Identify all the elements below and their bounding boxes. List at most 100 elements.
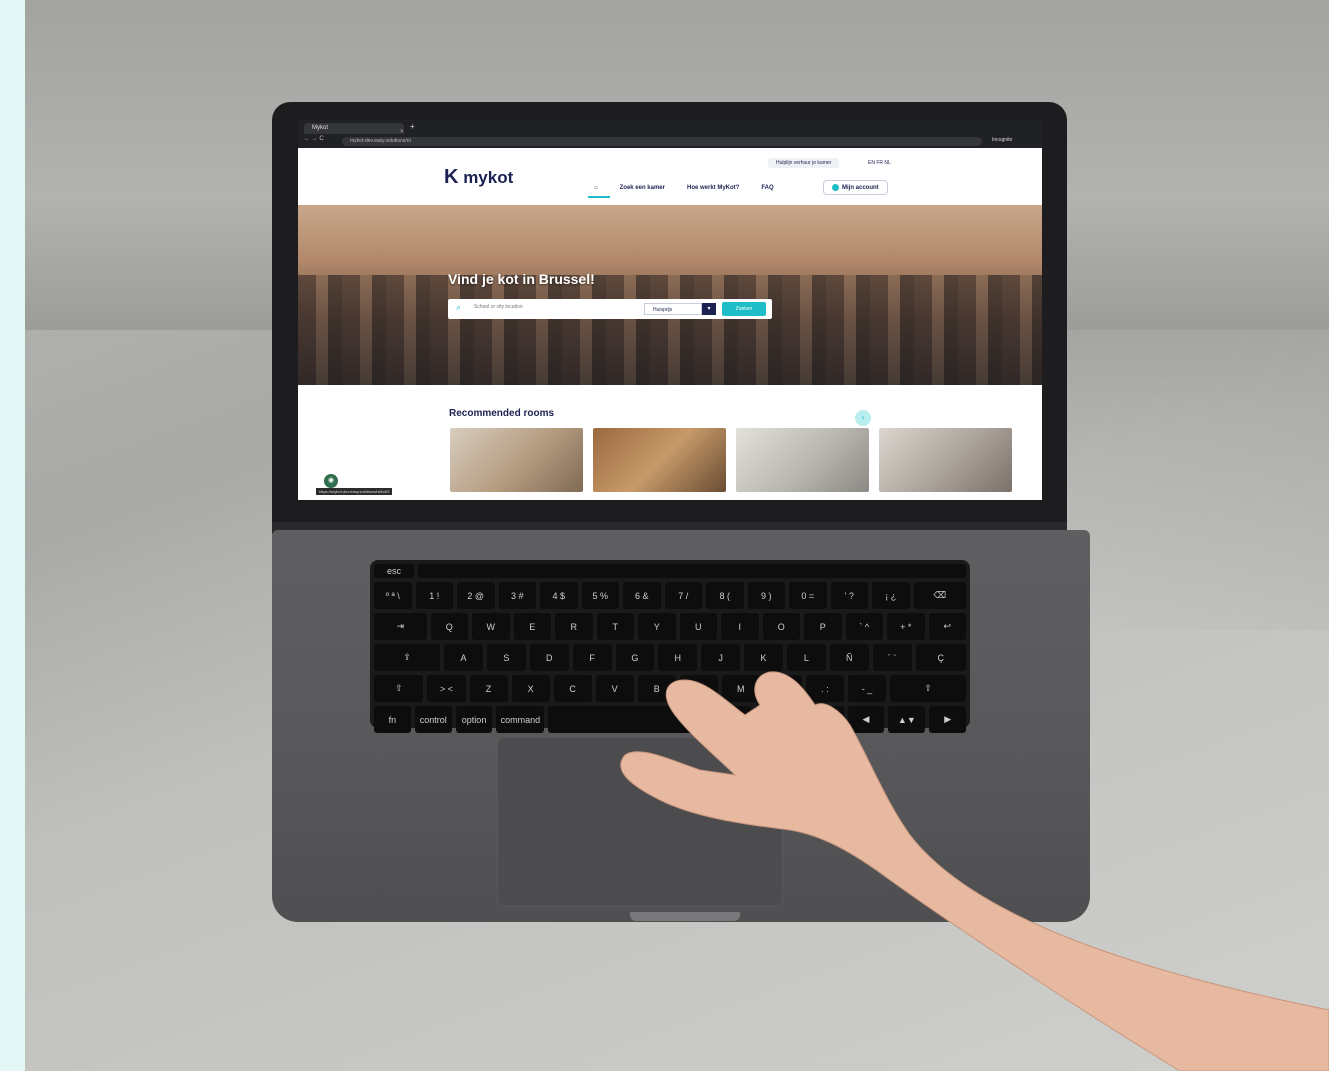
key-esc[interactable]: esc — [374, 564, 414, 578]
keyboard-row-5: fn control option command command option… — [374, 706, 967, 733]
key[interactable]: 7 / — [664, 582, 702, 609]
browser-tab[interactable]: Mykot × — [304, 123, 404, 135]
key[interactable]: º ª \ — [374, 582, 412, 609]
site-header: K mykot Hulplijn verhuur je kamer EN FR … — [298, 148, 1042, 205]
key-return[interactable]: ↩ — [928, 613, 966, 640]
room-card[interactable] — [736, 428, 869, 492]
chevron-down-icon[interactable]: ▾ — [702, 303, 716, 315]
key[interactable]: Ç — [915, 644, 967, 671]
key[interactable]: Y — [638, 613, 676, 640]
key-arrow-right[interactable]: ▶ — [929, 706, 967, 733]
key-backspace[interactable]: ⌫ — [913, 582, 966, 609]
key[interactable]: 2 @ — [457, 582, 495, 609]
hero-crowd-photo — [298, 275, 1042, 385]
key[interactable]: ´ ¨ — [872, 644, 912, 671]
key[interactable]: 5 % — [581, 582, 619, 609]
key[interactable]: P — [804, 613, 842, 640]
key[interactable]: 0 = — [789, 582, 827, 609]
key[interactable]: T — [596, 613, 634, 640]
key[interactable]: , ; — [763, 675, 802, 702]
key[interactable]: - _ — [847, 675, 886, 702]
key[interactable]: + * — [887, 613, 925, 640]
key-command[interactable]: command — [496, 706, 545, 733]
key-control[interactable]: control — [414, 706, 452, 733]
key[interactable]: F — [572, 644, 612, 671]
key[interactable]: > < — [427, 675, 466, 702]
hero-title: Vind je kot in Brussel! — [448, 271, 595, 287]
key[interactable]: I — [721, 613, 759, 640]
trackpad[interactable] — [497, 737, 783, 907]
main-nav: ⌂ Zoek een kamer Hoe werkt MyKot? FAQ — [588, 185, 774, 198]
key-tab[interactable]: ⇥ — [374, 613, 427, 640]
key[interactable]: 4 $ — [540, 582, 578, 609]
language-switcher[interactable]: EN FR NL — [868, 160, 891, 166]
key-arrow-left[interactable]: ◀ — [847, 706, 885, 733]
key-option-right[interactable]: option — [806, 706, 844, 733]
site-logo[interactable]: K mykot — [444, 166, 513, 189]
key[interactable]: Z — [469, 675, 508, 702]
home-icon[interactable]: ⌂ — [588, 185, 609, 198]
key[interactable]: U — [679, 613, 717, 640]
key[interactable]: W — [472, 613, 510, 640]
key[interactable]: 8 ( — [706, 582, 744, 609]
room-card[interactable] — [879, 428, 1012, 492]
profile-badge[interactable]: Incognito — [992, 137, 1012, 143]
key[interactable]: X — [511, 675, 550, 702]
key[interactable]: M — [721, 675, 760, 702]
key[interactable]: J — [701, 644, 741, 671]
chevron-right-icon[interactable]: › — [855, 410, 871, 426]
nav-search-room[interactable]: Zoek een kamer — [620, 185, 665, 191]
key[interactable]: K — [744, 644, 783, 671]
logo-text: mykot — [463, 168, 514, 187]
key[interactable]: 9 ) — [747, 582, 785, 609]
key-command-right[interactable]: command — [754, 706, 803, 733]
room-card[interactable] — [593, 428, 726, 492]
key[interactable]: L — [786, 644, 826, 671]
key[interactable]: D — [529, 644, 569, 671]
key[interactable]: H — [658, 644, 698, 671]
key[interactable]: V — [595, 675, 634, 702]
key[interactable]: 3 # — [498, 582, 536, 609]
type-select[interactable]: Huisprijs — [644, 303, 702, 315]
key-shift-left[interactable]: ⇧ — [374, 675, 424, 702]
key-arrow-up-down[interactable]: ▲▼ — [888, 706, 926, 733]
key[interactable]: N — [679, 675, 718, 702]
key[interactable]: O — [762, 613, 800, 640]
key-shift-right[interactable]: ⇧ — [889, 675, 967, 702]
key-option[interactable]: option — [455, 706, 493, 733]
landlord-link[interactable]: Hulplijn verhuur je kamer — [768, 158, 840, 168]
key[interactable]: B — [637, 675, 676, 702]
keyboard-row-3: ⇪ A S D F G H J K L Ñ ´ ¨ Ç — [374, 644, 967, 671]
key[interactable]: Q — [430, 613, 468, 640]
key[interactable]: C — [553, 675, 592, 702]
key[interactable]: E — [513, 613, 551, 640]
key[interactable]: . : — [805, 675, 844, 702]
key[interactable]: A — [444, 644, 483, 671]
key[interactable]: R — [555, 613, 593, 640]
key-fn[interactable]: fn — [374, 706, 411, 733]
key[interactable]: ' ? — [830, 582, 868, 609]
nav-faq[interactable]: FAQ — [761, 185, 773, 191]
keyboard-row-1: º ª \ 1 ! 2 @ 3 # 4 $ 5 % 6 & 7 / 8 ( 9 … — [374, 582, 966, 609]
tab-title: Mykot — [312, 125, 329, 131]
address-bar[interactable]: mykot-dev.easy.solutions/nl — [342, 137, 982, 146]
nav-how-it-works[interactable]: Hoe werkt MyKot? — [687, 185, 739, 191]
key[interactable]: Ñ — [829, 644, 869, 671]
key[interactable]: S — [486, 644, 526, 671]
touch-bar[interactable] — [418, 564, 966, 578]
key[interactable]: ¡ ¿ — [872, 582, 910, 609]
key-caps-lock[interactable]: ⇪ — [374, 644, 441, 671]
search-button[interactable]: Zoeken — [722, 302, 766, 316]
key[interactable]: G — [615, 644, 655, 671]
key-space[interactable] — [548, 706, 751, 733]
account-button[interactable]: Mijn account — [823, 180, 888, 196]
cookie-icon[interactable]: ◉ — [324, 474, 338, 488]
key[interactable]: 6 & — [623, 582, 661, 609]
left-border-strip — [0, 0, 25, 1071]
new-tab-icon[interactable]: + — [410, 122, 415, 131]
key[interactable]: 1 ! — [415, 582, 453, 609]
browser-nav-controls[interactable]: ← → C — [304, 136, 324, 142]
search-input[interactable] — [474, 304, 624, 310]
key[interactable]: ` ^ — [845, 613, 883, 640]
room-card[interactable] — [450, 428, 583, 492]
